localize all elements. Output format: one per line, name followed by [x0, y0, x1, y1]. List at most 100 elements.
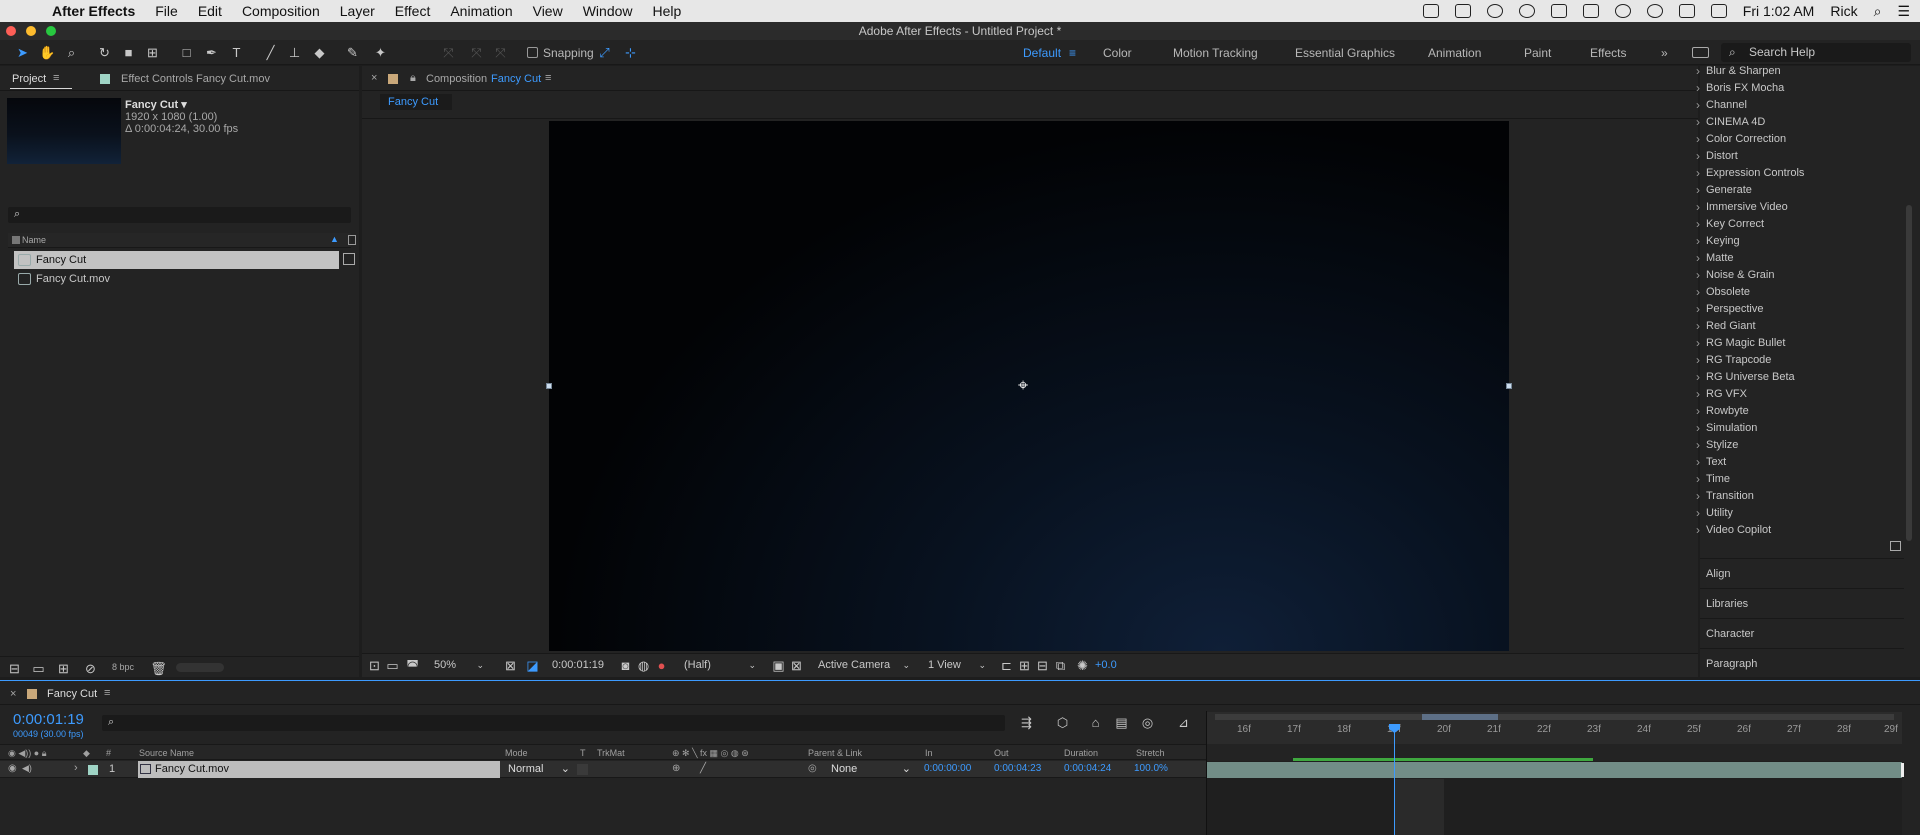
- audio-icon[interactable]: ◀): [22, 763, 32, 774]
- graph-editor-icon[interactable]: ⊿: [1175, 714, 1192, 731]
- trkmat-column-header[interactable]: TrkMat: [597, 748, 625, 758]
- workspace-motion-tracking[interactable]: Motion Tracking: [1173, 46, 1258, 60]
- in-column-header[interactable]: In: [925, 748, 933, 758]
- playhead-line[interactable]: [1394, 729, 1395, 835]
- more-workspaces-icon[interactable]: »: [1661, 46, 1668, 60]
- effect-category-item[interactable]: Text: [1696, 455, 1726, 469]
- close-window-button[interactable]: [6, 26, 16, 36]
- close-tab-icon[interactable]: ×: [10, 688, 16, 700]
- comp-navigator-tab[interactable]: Fancy Cut: [380, 94, 452, 110]
- menu-file[interactable]: File: [155, 3, 178, 19]
- layer-name-cell[interactable]: Fancy Cut.mov: [138, 761, 500, 778]
- column-settings-icon[interactable]: [348, 235, 356, 245]
- workspace-paint[interactable]: Paint: [1524, 46, 1551, 60]
- effect-category-item[interactable]: Generate: [1696, 183, 1752, 197]
- selection-tool-icon[interactable]: ➤: [14, 44, 31, 61]
- lock-icon[interactable]: 🔒︎: [410, 72, 416, 85]
- track-matte-box[interactable]: [577, 764, 588, 775]
- puppet-tool-icon[interactable]: ✦: [372, 44, 389, 61]
- resolution-select[interactable]: (Half) ⌄: [680, 657, 760, 674]
- out-column-header[interactable]: Out: [994, 748, 1009, 758]
- effect-category-item[interactable]: Noise & Grain: [1696, 268, 1775, 282]
- snap-features-icon[interactable]: ⊹: [622, 44, 639, 61]
- effect-category-item[interactable]: RG Trapcode: [1696, 353, 1771, 367]
- pick-whip-icon[interactable]: ◎: [808, 763, 817, 774]
- effect-category-item[interactable]: Immersive Video: [1696, 200, 1788, 214]
- fast-previews-icon[interactable]: ⊞: [1016, 657, 1033, 674]
- bit-depth-label[interactable]: 8 bpc: [112, 662, 134, 672]
- viewer-timecode[interactable]: 0:00:01:19: [552, 659, 604, 671]
- channel-rgb-icon[interactable]: ●: [653, 657, 670, 674]
- menu-animation[interactable]: Animation: [450, 3, 512, 19]
- menu-help[interactable]: Help: [653, 3, 682, 19]
- expand-layer-icon[interactable]: ›: [74, 762, 78, 774]
- spotlight-icon[interactable]: ⌕: [1874, 3, 1882, 20]
- rotate-tool-icon[interactable]: ↻: [96, 44, 113, 61]
- transparency-grid-icon[interactable]: ⊠: [788, 657, 805, 674]
- timeline-icon[interactable]: ⊟: [1034, 657, 1051, 674]
- layer-in-point[interactable]: 0:00:00:00: [924, 763, 971, 774]
- mode-column-header[interactable]: Mode: [505, 748, 528, 758]
- new-composition-icon[interactable]: ⊞: [55, 660, 72, 677]
- menu-composition[interactable]: Composition: [242, 3, 320, 19]
- frame-blending-icon[interactable]: ▤: [1113, 714, 1130, 731]
- battery-icon[interactable]: [1710, 4, 1727, 18]
- effect-category-item[interactable]: Distort: [1696, 149, 1738, 163]
- parent-select[interactable]: None ⌄: [831, 763, 911, 775]
- stretch-column-header[interactable]: Stretch: [1136, 748, 1165, 758]
- workspace-default[interactable]: Default: [1023, 46, 1061, 60]
- camera-select[interactable]: Active Camera ⌄: [814, 657, 914, 674]
- minimize-window-button[interactable]: [26, 26, 36, 36]
- toggle-pixel-aspect-icon[interactable]: ⊏: [998, 657, 1015, 674]
- roto-brush-tool-icon[interactable]: ✎: [344, 44, 361, 61]
- effect-category-item[interactable]: Rowbyte: [1696, 404, 1749, 418]
- character-panel[interactable]: Character: [1700, 618, 1904, 647]
- always-preview-icon[interactable]: ⊡: [366, 657, 383, 674]
- dropbox-icon[interactable]: [1454, 4, 1471, 18]
- axis-world-icon[interactable]: ⤧: [468, 44, 485, 61]
- type-tool-icon[interactable]: T: [228, 44, 245, 61]
- transform-handle-left[interactable]: [546, 383, 552, 389]
- menu-effect[interactable]: Effect: [395, 3, 431, 19]
- menu-edit[interactable]: Edit: [198, 3, 222, 19]
- flowchart-icon[interactable]: [343, 253, 355, 265]
- composition-panel-menu-icon[interactable]: ≡: [545, 72, 551, 84]
- bluetooth-icon[interactable]: [1614, 4, 1631, 18]
- clone-stamp-tool-icon[interactable]: ⊥: [286, 44, 303, 61]
- menu-window[interactable]: Window: [583, 3, 633, 19]
- mask-visibility-icon[interactable]: ◪: [524, 657, 541, 674]
- snapshot-camera-icon[interactable]: ◙: [617, 657, 634, 674]
- effect-category-item[interactable]: Utility: [1696, 506, 1733, 520]
- workspace-animation[interactable]: Animation: [1428, 46, 1481, 60]
- workspace-essential-graphics[interactable]: Essential Graphics: [1295, 46, 1395, 60]
- effect-category-item[interactable]: Channel: [1696, 98, 1747, 112]
- composition-frame[interactable]: [549, 121, 1509, 651]
- composition-viewer[interactable]: ⌖: [362, 119, 1698, 651]
- interpret-footage-icon[interactable]: ⊟: [6, 660, 23, 677]
- layer-color-label[interactable]: [88, 765, 98, 775]
- effect-category-item[interactable]: RG Magic Bullet: [1696, 336, 1786, 350]
- close-tab-icon[interactable]: ×: [371, 72, 377, 84]
- table-row[interactable]: ◉ ◀) › 1 Fancy Cut.mov Normal ⌄ ⊕ ╱ ◎ No…: [0, 761, 1207, 778]
- paragraph-panel[interactable]: Paragraph: [1700, 648, 1904, 677]
- layer-end-bracket[interactable]: [1901, 763, 1904, 777]
- reset-exposure-icon[interactable]: ✺: [1074, 657, 1091, 674]
- vr-preview-icon[interactable]: ▭: [384, 657, 401, 674]
- creative-cloud-icon[interactable]: [1486, 4, 1503, 18]
- workspace-menu-icon[interactable]: ≡: [1069, 46, 1076, 60]
- effect-category-item[interactable]: Boris FX Mocha: [1696, 81, 1784, 95]
- timeline-search-field[interactable]: ⌕: [102, 715, 1005, 731]
- project-panel-menu-icon[interactable]: ≡: [53, 72, 59, 84]
- show-snapshot-icon[interactable]: ◍: [635, 657, 652, 674]
- effect-category-item[interactable]: RG VFX: [1696, 387, 1747, 401]
- blend-mode-select[interactable]: Normal ⌄: [508, 763, 570, 775]
- anchor-point-icon[interactable]: ⌖: [1018, 375, 1028, 396]
- pen-tool-icon[interactable]: ✒: [203, 44, 220, 61]
- zoom-tool-icon[interactable]: ⌕: [63, 44, 80, 61]
- snap-edges-icon[interactable]: ⤢: [596, 44, 613, 61]
- layer-duration-bar[interactable]: [1207, 762, 1902, 778]
- brush-tool-icon[interactable]: ╱: [262, 44, 279, 61]
- source-name-column-header[interactable]: Source Name: [139, 748, 194, 758]
- layer-stretch[interactable]: 100.0%: [1134, 763, 1168, 774]
- cloud-icon[interactable]: [1550, 4, 1567, 18]
